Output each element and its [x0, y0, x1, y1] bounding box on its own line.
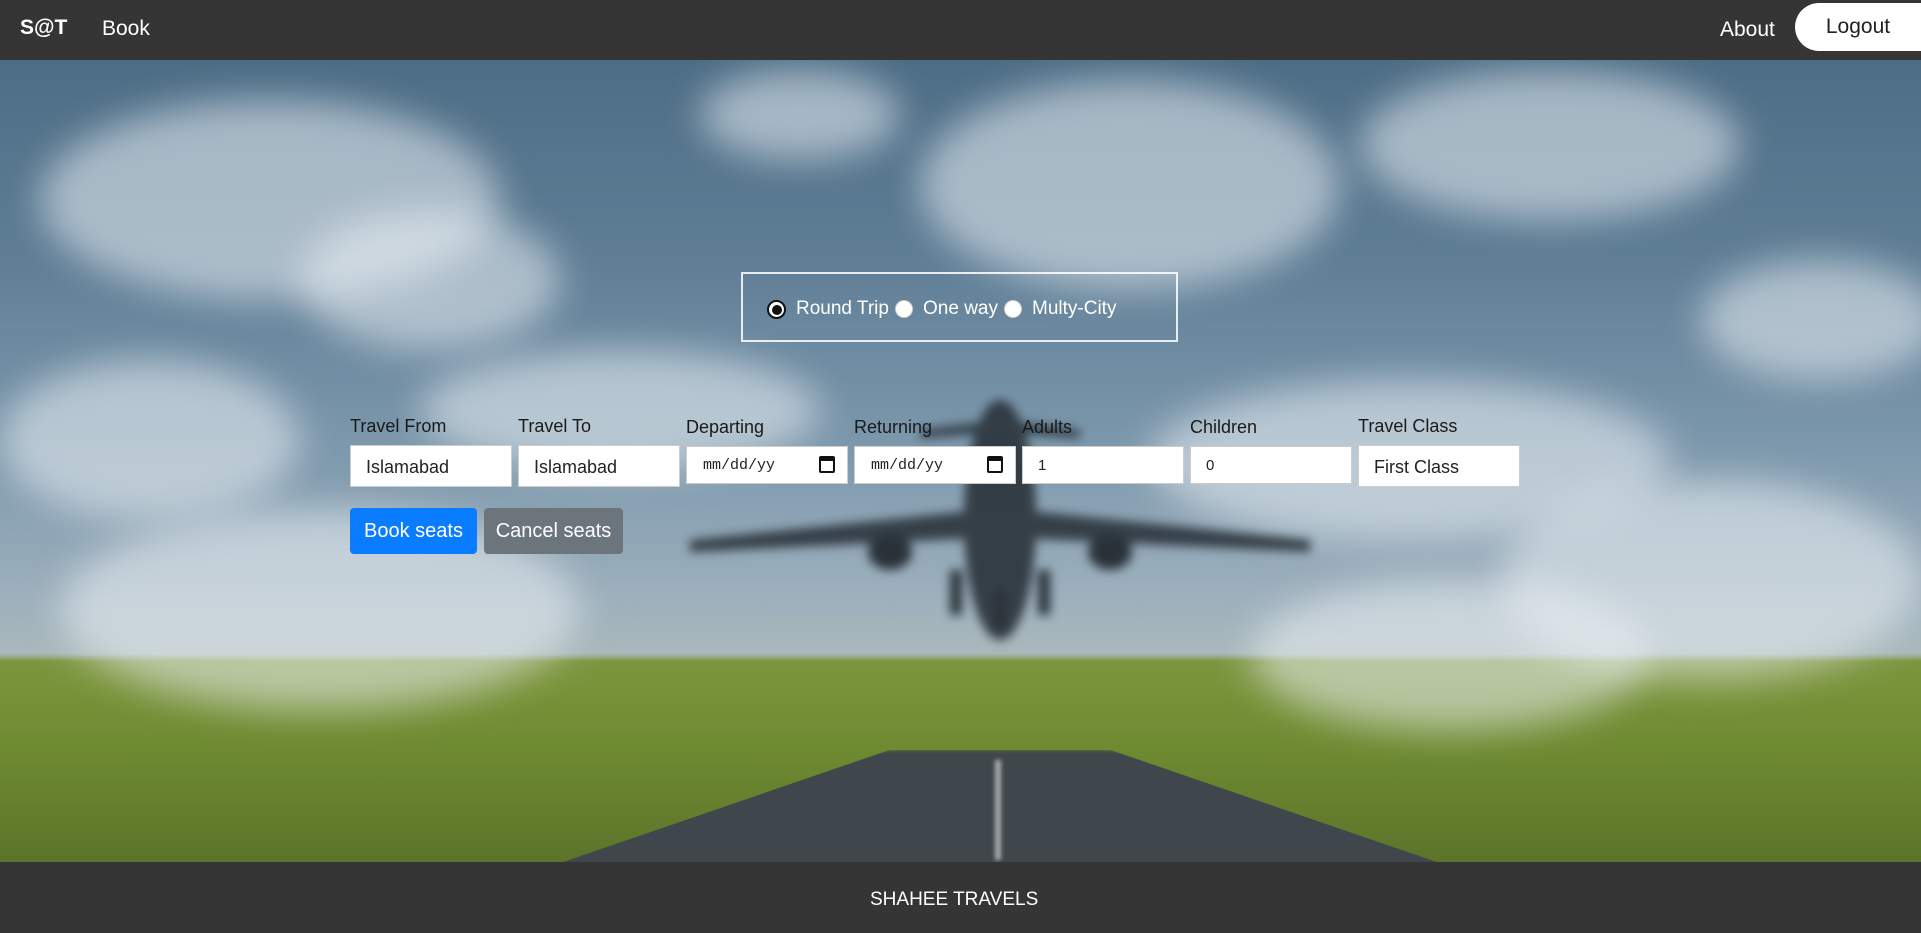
- trip-type-box: Round Trip One way Multy-City: [741, 272, 1178, 342]
- departing-date-placeholder: mm/dd/yy: [703, 457, 776, 474]
- book-seats-button[interactable]: Book seats: [350, 508, 477, 554]
- radio-multi-city-input[interactable]: [1004, 300, 1022, 318]
- children-label: Children: [1190, 417, 1258, 437]
- radio-round-trip-label: Round Trip: [796, 298, 889, 319]
- footer-title: SHAHEE TRAVELS: [870, 889, 1039, 910]
- adults-label: Adults: [1022, 417, 1073, 437]
- runway-centerline: [995, 760, 1001, 860]
- footer: SHAHEE TRAVELS: [0, 862, 1921, 933]
- airplane-illustration: [690, 400, 1310, 640]
- calendar-icon[interactable]: [819, 456, 835, 473]
- radio-round-trip[interactable]: Round Trip: [767, 298, 889, 320]
- adults-input[interactable]: 1: [1022, 446, 1184, 484]
- navbar: S@T Book About Logout: [0, 0, 1921, 60]
- nav-link-about[interactable]: About: [1720, 18, 1775, 42]
- logout-button[interactable]: Logout: [1795, 3, 1921, 51]
- returning-date-placeholder: mm/dd/yy: [871, 457, 944, 474]
- brand-logo[interactable]: S@T: [20, 16, 67, 40]
- radio-multi-city-label: Multy-City: [1032, 298, 1117, 319]
- children-input[interactable]: 0: [1190, 446, 1352, 484]
- cancel-seats-button[interactable]: Cancel seats: [484, 508, 623, 554]
- returning-label: Returning: [854, 417, 933, 437]
- radio-round-trip-input[interactable]: [767, 299, 786, 319]
- returning-date-input[interactable]: mm/dd/yy: [854, 446, 1016, 484]
- radio-one-way[interactable]: One way: [895, 298, 998, 320]
- travel-from-label: Travel From: [350, 416, 447, 436]
- radio-multi-city[interactable]: Multy-City: [1004, 298, 1116, 320]
- travel-to-label: Travel To: [518, 416, 592, 436]
- radio-one-way-label: One way: [923, 298, 998, 319]
- calendar-icon[interactable]: [987, 456, 1003, 473]
- travel-from-select[interactable]: Islamabad: [350, 445, 512, 487]
- nav-link-book[interactable]: Book: [102, 17, 150, 41]
- radio-one-way-input[interactable]: [895, 300, 913, 318]
- travel-class-label: Travel Class: [1358, 416, 1458, 436]
- travel-to-select[interactable]: Islamabad: [518, 445, 680, 487]
- departing-label: Departing: [686, 417, 765, 437]
- departing-date-input[interactable]: mm/dd/yy: [686, 446, 848, 484]
- travel-class-select[interactable]: First Class: [1358, 445, 1520, 487]
